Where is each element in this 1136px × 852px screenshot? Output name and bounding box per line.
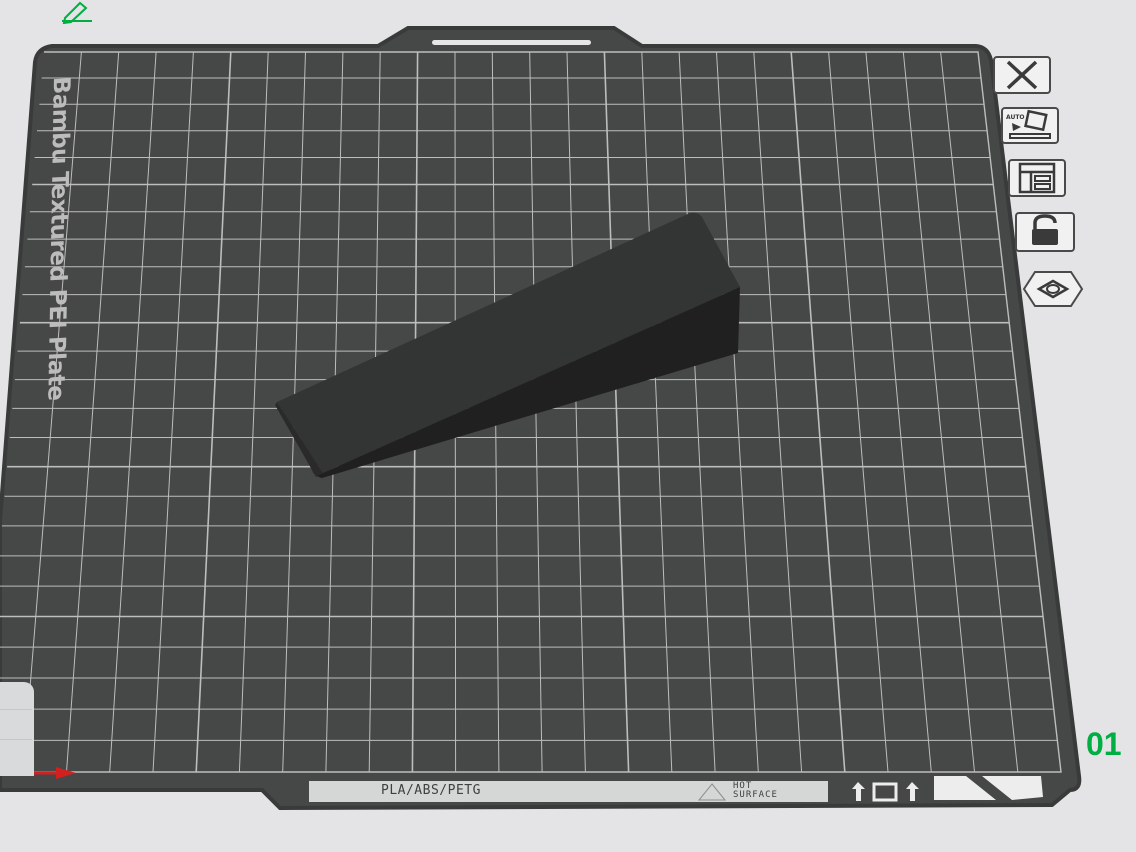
plate-number: 01	[1086, 726, 1122, 762]
auto-orient-button[interactable]: AUTO	[1001, 107, 1059, 144]
plate-handle	[432, 40, 591, 45]
hot-surface-line: SURFACE	[733, 790, 778, 800]
close-icon	[993, 56, 1051, 94]
plate-info-strip: PLA/ABS/PETG HOT SURFACE	[309, 781, 828, 802]
build-plate[interactable]	[0, 26, 1082, 811]
panel-divider	[0, 709, 32, 710]
arrange-button[interactable]	[1008, 159, 1066, 197]
warning-icon	[697, 783, 727, 801]
auto-orient-icon: AUTO	[1001, 107, 1059, 144]
panel-divider	[0, 739, 32, 740]
edit-pencil-icon[interactable]	[60, 0, 94, 25]
plate-settings-button[interactable]	[1021, 268, 1085, 310]
left-collapsed-panel[interactable]	[0, 682, 34, 776]
close-plate-button[interactable]	[993, 56, 1051, 94]
arrange-icon	[1008, 159, 1066, 197]
material-compat-text: PLA/ABS/PETG	[381, 783, 481, 798]
hexagon-nut-icon	[1022, 271, 1084, 307]
hot-surface-text: HOT SURFACE	[733, 782, 778, 800]
viewport-3d[interactable]	[0, 0, 1136, 852]
lock-icon	[1015, 212, 1075, 252]
lock-plate-button[interactable]	[1015, 212, 1075, 252]
svg-text:AUTO: AUTO	[1006, 114, 1025, 121]
